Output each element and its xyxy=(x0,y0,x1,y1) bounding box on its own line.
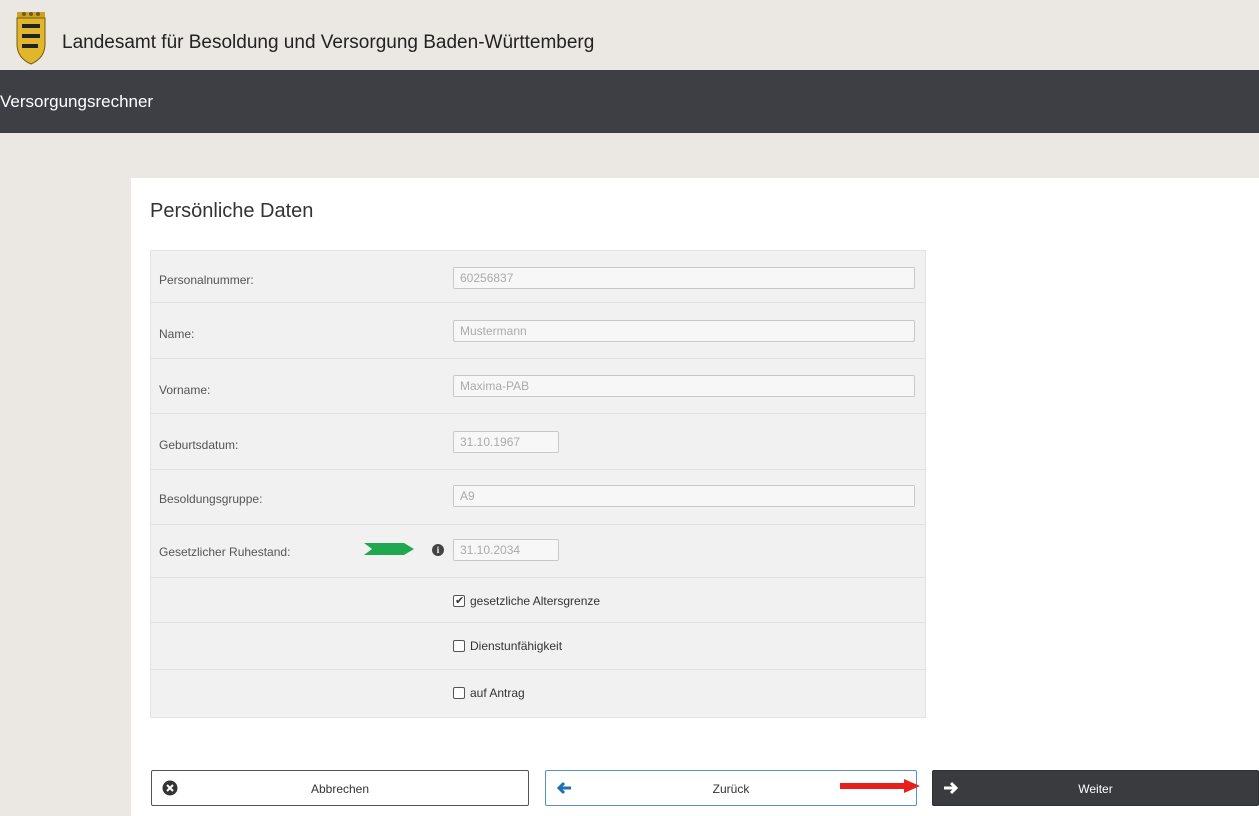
personal-data-form: Personalnummer: 60256837 Name: Musterman… xyxy=(150,250,926,718)
ruhestand-field[interactable]: 31.10.2034 xyxy=(453,539,559,561)
option-row: auf Antrag xyxy=(151,670,925,716)
form-row-geburtsdatum: Geburtsdatum: 31.10.1967 xyxy=(151,414,925,470)
option-label: Dienstunfähigkeit xyxy=(470,639,563,653)
app-header: Landesamt für Besoldung und Versorgung B… xyxy=(0,10,1259,70)
navbar: Versorgungsrechner xyxy=(0,70,1259,133)
option-row: ✔ gesetzliche Altersgrenze xyxy=(151,578,925,623)
geburtsdatum-label: Geburtsdatum: xyxy=(159,438,239,452)
option-label: auf Antrag xyxy=(470,686,525,700)
besoldungsgruppe-field[interactable]: A9 xyxy=(453,485,915,507)
checkbox[interactable] xyxy=(453,640,465,652)
checkbox[interactable] xyxy=(453,687,465,699)
next-button-label: Weiter xyxy=(1078,782,1113,796)
vorname-field[interactable]: Maxima-PAB xyxy=(453,375,915,397)
coat-of-arms-logo xyxy=(16,12,46,65)
form-row-name: Name: Mustermann xyxy=(151,303,925,359)
main-content: Persönliche Daten Personalnummer: 602568… xyxy=(131,178,1259,816)
check-icon: ✔ xyxy=(455,595,465,607)
name-field[interactable]: Mustermann xyxy=(453,320,915,342)
ruhestand-label: Gesetzlicher Ruhestand: xyxy=(159,545,291,559)
besoldungsgruppe-label: Besoldungsgruppe: xyxy=(159,492,263,506)
form-row-personalnummer: Personalnummer: 60256837 xyxy=(151,251,925,303)
red-arrow-icon xyxy=(840,779,920,793)
page-title: Persönliche Daten xyxy=(150,200,314,222)
info-icon[interactable]: i xyxy=(432,544,444,556)
personalnummer-field[interactable]: 60256837 xyxy=(453,267,915,289)
form-row-ruhestand: Gesetzlicher Ruhestand: i 31.10.2034 xyxy=(151,525,925,578)
form-row-vorname: Vorname: Maxima-PAB xyxy=(151,359,925,414)
option-label: gesetzliche Altersgrenze xyxy=(470,594,601,608)
green-arrow-icon xyxy=(364,543,414,555)
app-name: Versorgungsrechner xyxy=(0,92,154,111)
option-row: Dienstunfähigkeit xyxy=(151,623,925,670)
checkbox-checked[interactable]: ✔ xyxy=(453,595,465,607)
cancel-button[interactable]: Abbrechen xyxy=(151,770,529,806)
personalnummer-label: Personalnummer: xyxy=(159,273,254,287)
header-title: Landesamt für Besoldung und Versorgung B… xyxy=(62,32,595,53)
name-label: Name: xyxy=(159,327,195,341)
form-row-besoldungsgruppe: Besoldungsgruppe: A9 xyxy=(151,470,925,525)
next-button[interactable]: Weiter xyxy=(932,770,1259,806)
cancel-button-label: Abbrechen xyxy=(310,782,370,796)
geburtsdatum-field[interactable]: 31.10.1967 xyxy=(453,431,559,453)
vorname-label: Vorname: xyxy=(159,383,211,397)
